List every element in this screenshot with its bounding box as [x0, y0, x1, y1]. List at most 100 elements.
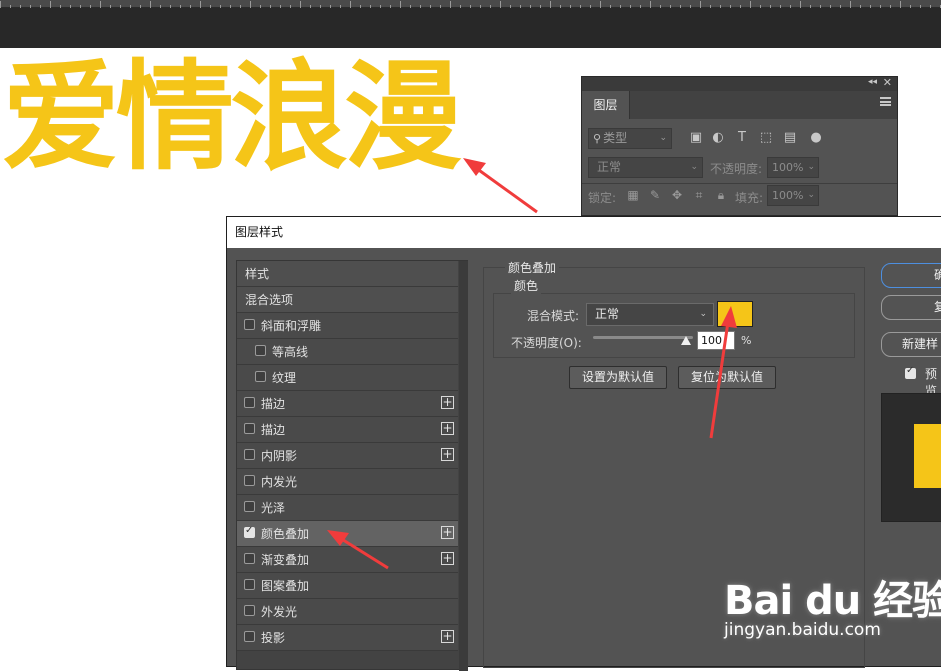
- style-item[interactable]: 投影 +: [237, 625, 458, 651]
- shape-filter-icon[interactable]: ⬚: [758, 129, 774, 147]
- add-style-icon[interactable]: +: [441, 526, 454, 539]
- opacity-value: 100%: [772, 161, 804, 174]
- style-checkbox[interactable]: [244, 397, 255, 408]
- opacity-label: 不透明度:: [710, 162, 763, 176]
- style-checkbox[interactable]: [244, 631, 255, 642]
- style-checkbox[interactable]: [244, 319, 255, 330]
- layer-fill-field[interactable]: 100% ⌄: [767, 185, 819, 206]
- layers-panel-tabbar: 图层: [582, 91, 897, 119]
- style-item[interactable]: 混合选项: [237, 287, 458, 313]
- style-checkbox[interactable]: [244, 579, 255, 590]
- layer-blend-mode-select[interactable]: 正常 ⌄: [588, 157, 703, 178]
- style-item[interactable]: 内阴影 +: [237, 443, 458, 469]
- style-checkbox[interactable]: [255, 345, 266, 356]
- panel-menu-icon[interactable]: [880, 97, 891, 106]
- chevron-down-icon: ⌄: [807, 162, 815, 172]
- filter-toggle-icon[interactable]: ●: [808, 129, 824, 147]
- set-default-button[interactable]: 设置为默认值: [569, 366, 667, 389]
- ruler-tick: [600, 1, 601, 8]
- dialog-title[interactable]: 图层样式: [227, 217, 941, 248]
- reset-default-button[interactable]: 复位为默认值: [678, 366, 776, 389]
- ruler-tick: [450, 1, 451, 8]
- layers-panel-titlebar[interactable]: ◂◂ ✕: [582, 76, 897, 91]
- add-style-icon[interactable]: +: [441, 396, 454, 409]
- add-style-icon[interactable]: +: [441, 630, 454, 643]
- ruler-tick: [700, 1, 701, 8]
- style-item[interactable]: 描边 +: [237, 391, 458, 417]
- style-checkbox[interactable]: [244, 501, 255, 512]
- ruler-tick: [150, 1, 151, 8]
- style-item[interactable]: 外发光: [237, 599, 458, 625]
- style-item[interactable]: 颜色叠加 +: [237, 521, 458, 547]
- style-checkbox[interactable]: [244, 525, 255, 538]
- ruler-tick: [500, 1, 501, 8]
- opacity-slider-thumb[interactable]: [681, 336, 691, 345]
- color-overlay-title: 颜色叠加: [505, 259, 560, 276]
- style-item[interactable]: 图案叠加: [237, 573, 458, 599]
- layer-filter-select[interactable]: ⚲ 类型 ⌄: [588, 128, 672, 149]
- divider: [582, 183, 897, 184]
- fill-label: 填充:: [735, 191, 764, 205]
- style-item-label: 内阴影: [261, 449, 298, 463]
- blend-mode-select[interactable]: 正常 ⌄: [586, 303, 714, 326]
- blend-mode-value: 正常: [595, 307, 620, 321]
- lock-all-icon[interactable]: 🔒︎: [714, 187, 728, 203]
- smart-object-filter-icon[interactable]: ▤: [782, 129, 798, 147]
- style-item[interactable]: 斜面和浮雕: [237, 313, 458, 339]
- add-style-icon[interactable]: +: [441, 448, 454, 461]
- style-item[interactable]: 描边 +: [237, 417, 458, 443]
- add-style-icon[interactable]: +: [441, 422, 454, 435]
- style-checkbox[interactable]: [255, 371, 266, 382]
- type-filter-icon[interactable]: T: [734, 129, 750, 147]
- style-checkbox[interactable]: [244, 423, 255, 434]
- style-item-label: 样式: [245, 267, 270, 281]
- style-item[interactable]: 内发光: [237, 469, 458, 495]
- style-item-label: 等高线: [272, 345, 309, 359]
- style-checkbox[interactable]: [244, 605, 255, 616]
- lock-artboard-icon[interactable]: ⌗: [692, 187, 706, 203]
- pixel-filter-icon[interactable]: ▣: [688, 129, 704, 147]
- style-checkbox[interactable]: [244, 449, 255, 460]
- style-item-label: 混合选项: [245, 293, 294, 307]
- opacity-label: 不透明度(O):: [511, 336, 582, 350]
- style-item[interactable]: 纹理: [237, 365, 458, 391]
- style-item-label: 投影: [261, 631, 286, 645]
- lock-paint-brush-icon[interactable]: ✎: [648, 187, 662, 203]
- canvas-text-layer[interactable]: 爱情浪漫: [2, 42, 462, 192]
- lock-transparent-icon[interactable]: ▦: [626, 187, 640, 203]
- chevron-down-icon: ⌄: [699, 309, 707, 319]
- ok-button[interactable]: 确: [881, 263, 941, 288]
- style-item[interactable]: 样式: [237, 261, 458, 287]
- collapse-icon[interactable]: ◂◂: [868, 77, 877, 87]
- close-icon[interactable]: ✕: [883, 76, 892, 89]
- layer-opacity-field[interactable]: 100% ⌄: [767, 157, 819, 178]
- styles-list-scrollbar[interactable]: [459, 261, 468, 671]
- style-item[interactable]: 等高线: [237, 339, 458, 365]
- overlay-color-swatch[interactable]: [717, 301, 753, 327]
- preview-checkbox[interactable]: [905, 365, 916, 379]
- watermark-logo: Bai du 经验: [724, 578, 941, 624]
- opacity-input[interactable]: 100: [697, 331, 735, 350]
- ruler-tick: [900, 1, 901, 8]
- layers-panel: ◂◂ ✕ 图层 ⚲ 类型 ⌄ ▣ ◐ T ⬚ ▤ ● 正常 ⌄ 不透明度: 100…: [581, 76, 898, 216]
- style-item[interactable]: 光泽: [237, 495, 458, 521]
- style-item-label: 外发光: [261, 605, 298, 619]
- watermark-url: jingyan.baidu.com: [724, 620, 881, 640]
- style-checkbox[interactable]: [244, 475, 255, 486]
- chevron-down-icon: ⌄: [690, 162, 698, 172]
- style-item[interactable]: 渐变叠加 +: [237, 547, 458, 573]
- add-style-icon[interactable]: +: [441, 552, 454, 565]
- tab-layers[interactable]: 图层: [582, 91, 630, 119]
- ruler-tick: [850, 1, 851, 8]
- style-item-label: 纹理: [272, 371, 297, 385]
- ruler-tick: [800, 1, 801, 8]
- adjustment-filter-icon[interactable]: ◐: [710, 129, 726, 147]
- reset-button[interactable]: 复: [881, 295, 941, 320]
- new-style-button[interactable]: 新建样: [881, 332, 941, 357]
- ruler-tick: [100, 1, 101, 8]
- lock-position-icon[interactable]: ✥: [670, 187, 684, 203]
- opacity-slider-track[interactable]: [593, 336, 693, 339]
- styles-list: 样式混合选项斜面和浮雕等高线纹理描边+描边+内阴影+内发光光泽颜色叠加+渐变叠加…: [236, 260, 468, 671]
- style-item-label: 描边: [261, 397, 286, 411]
- style-checkbox[interactable]: [244, 553, 255, 564]
